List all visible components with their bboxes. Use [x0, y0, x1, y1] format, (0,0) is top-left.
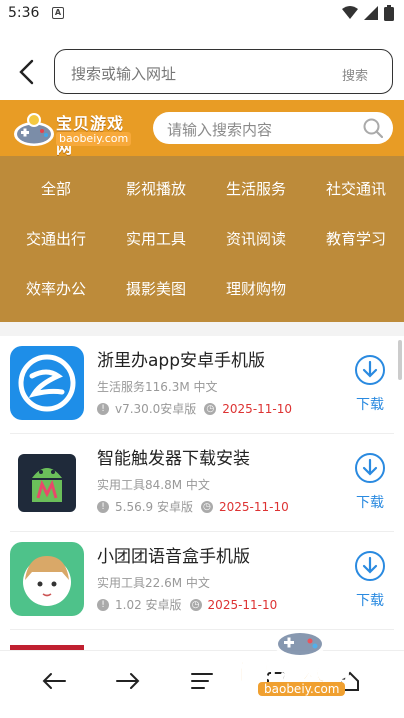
app-list: 浙里办app安卓手机版 生活服务116.3M 中文 ! v7.30.0安卓版 ◷… — [0, 336, 404, 646]
status-time: 5:36 — [8, 5, 40, 21]
nav-back-button[interactable] — [34, 661, 74, 701]
app-version: v7.30.0安卓版 — [115, 402, 197, 416]
app-meta: 实用工具22.6M 中文 — [97, 576, 210, 590]
download-label: 下载 — [356, 495, 384, 511]
version-icon: ! — [97, 500, 109, 513]
nav-menu-button[interactable] — [182, 661, 222, 701]
signal-icon — [364, 6, 378, 20]
app-meta: 生活服务116.3M 中文 — [97, 380, 218, 394]
app-date: 2025-11-10 — [222, 401, 293, 416]
clock-icon: ◷ — [189, 598, 202, 611]
address-bar: 搜索或输入网址 搜索 — [0, 44, 404, 100]
app-title[interactable]: 小团团语音盒手机版 — [97, 542, 250, 567]
status-bar: 5:36 A — [0, 0, 404, 30]
download-icon — [355, 453, 385, 483]
app-title[interactable]: 浙里办app安卓手机版 — [97, 346, 265, 371]
category-tools[interactable]: 实用工具 — [108, 214, 204, 264]
category-education[interactable]: 教育学习 — [308, 214, 404, 264]
category-transport[interactable]: 交通出行 — [8, 214, 104, 264]
battery-icon — [384, 5, 394, 21]
clock-icon: ◷ — [204, 402, 217, 415]
gamepad-logo-icon — [14, 113, 54, 146]
zheliban-icon[interactable] — [10, 346, 84, 420]
download-button[interactable]: 下载 — [350, 354, 390, 414]
category-row: 全部 影视播放 生活服务 社交通讯 — [0, 164, 404, 214]
version-icon: ! — [97, 598, 109, 611]
list-item[interactable]: 智能触发器下载安装 实用工具84.8M 中文 ! 5.56.9 安卓版 ◷ 20… — [10, 434, 394, 532]
download-button[interactable]: 下载 — [350, 550, 390, 610]
category-social[interactable]: 社交通讯 — [308, 164, 404, 214]
category-all[interactable]: 全部 — [8, 164, 104, 214]
section-divider — [0, 322, 404, 336]
search-button[interactable]: 搜索 — [342, 65, 368, 84]
download-button[interactable]: 下载 — [350, 452, 390, 512]
scrollbar[interactable] — [398, 340, 402, 380]
download-icon — [355, 355, 385, 385]
chevron-left-icon — [19, 59, 34, 85]
app-version-row: ! 1.02 安卓版 ◷ 2025-11-10 — [97, 596, 277, 613]
version-icon: ! — [97, 402, 109, 415]
anime-girl-icon[interactable] — [10, 542, 84, 616]
category-office[interactable]: 效率办公 — [8, 264, 104, 314]
clock-icon: ◷ — [200, 500, 213, 513]
back-button[interactable] — [14, 58, 40, 86]
wifi-icon — [342, 6, 358, 19]
system-icons — [342, 4, 394, 22]
watermark-domain: baobeiy.com — [258, 682, 346, 696]
menu-icon — [191, 673, 213, 689]
watermark: 宝贝游戏网 baobeiy.com — [230, 620, 390, 710]
site-search-input[interactable]: 请输入搜索内容 — [153, 112, 393, 144]
arrow-right-icon — [116, 673, 140, 689]
download-label: 下载 — [356, 593, 384, 609]
category-photo[interactable]: 摄影美图 — [108, 264, 204, 314]
app-version: 1.02 安卓版 — [115, 598, 182, 612]
url-placeholder: 搜索或输入网址 — [71, 65, 177, 83]
app-version-row: ! 5.56.9 安卓版 ◷ 2025-11-10 — [97, 498, 289, 515]
app-date: 2025-11-10 — [207, 597, 278, 612]
download-label: 下载 — [356, 397, 384, 413]
category-shopping[interactable]: 理财购物 — [208, 264, 304, 314]
nav-forward-button[interactable] — [108, 661, 148, 701]
logo-domain: baobeiy.com — [56, 132, 132, 146]
app-meta: 实用工具84.8M 中文 — [97, 478, 210, 492]
arrow-left-icon — [42, 673, 66, 689]
category-news[interactable]: 资讯阅读 — [208, 214, 304, 264]
list-item[interactable]: 小团团语音盒手机版 实用工具22.6M 中文 ! 1.02 安卓版 ◷ 2025… — [10, 532, 394, 630]
app-version-row: ! v7.30.0安卓版 ◷ 2025-11-10 — [97, 400, 292, 417]
url-input[interactable]: 搜索或输入网址 搜索 — [54, 49, 393, 94]
list-item[interactable]: 浙里办app安卓手机版 生活服务116.3M 中文 ! v7.30.0安卓版 ◷… — [10, 336, 394, 434]
site-header: 宝贝游戏网 baobeiy.com 请输入搜索内容 — [0, 100, 404, 157]
app-title[interactable]: 智能触发器下载安装 — [97, 444, 250, 469]
search-icon[interactable] — [363, 118, 383, 138]
site-search-placeholder: 请输入搜索内容 — [167, 121, 273, 139]
category-row: 交通出行 实用工具 资讯阅读 教育学习 — [0, 214, 404, 264]
category-grid: 全部 影视播放 生活服务 社交通讯 交通出行 实用工具 资讯阅读 教育学习 效率… — [0, 156, 404, 322]
android-trigger-icon[interactable] — [10, 444, 84, 518]
app-version: 5.56.9 安卓版 — [115, 500, 193, 514]
app-date: 2025-11-10 — [218, 499, 289, 514]
download-icon — [355, 551, 385, 581]
category-video[interactable]: 影视播放 — [108, 164, 204, 214]
notification-icon: A — [52, 7, 64, 19]
category-life[interactable]: 生活服务 — [208, 164, 304, 214]
site-logo[interactable]: 宝贝游戏网 baobeiy.com — [12, 106, 140, 157]
category-row: 效率办公 摄影美图 理财购物 — [0, 264, 404, 314]
